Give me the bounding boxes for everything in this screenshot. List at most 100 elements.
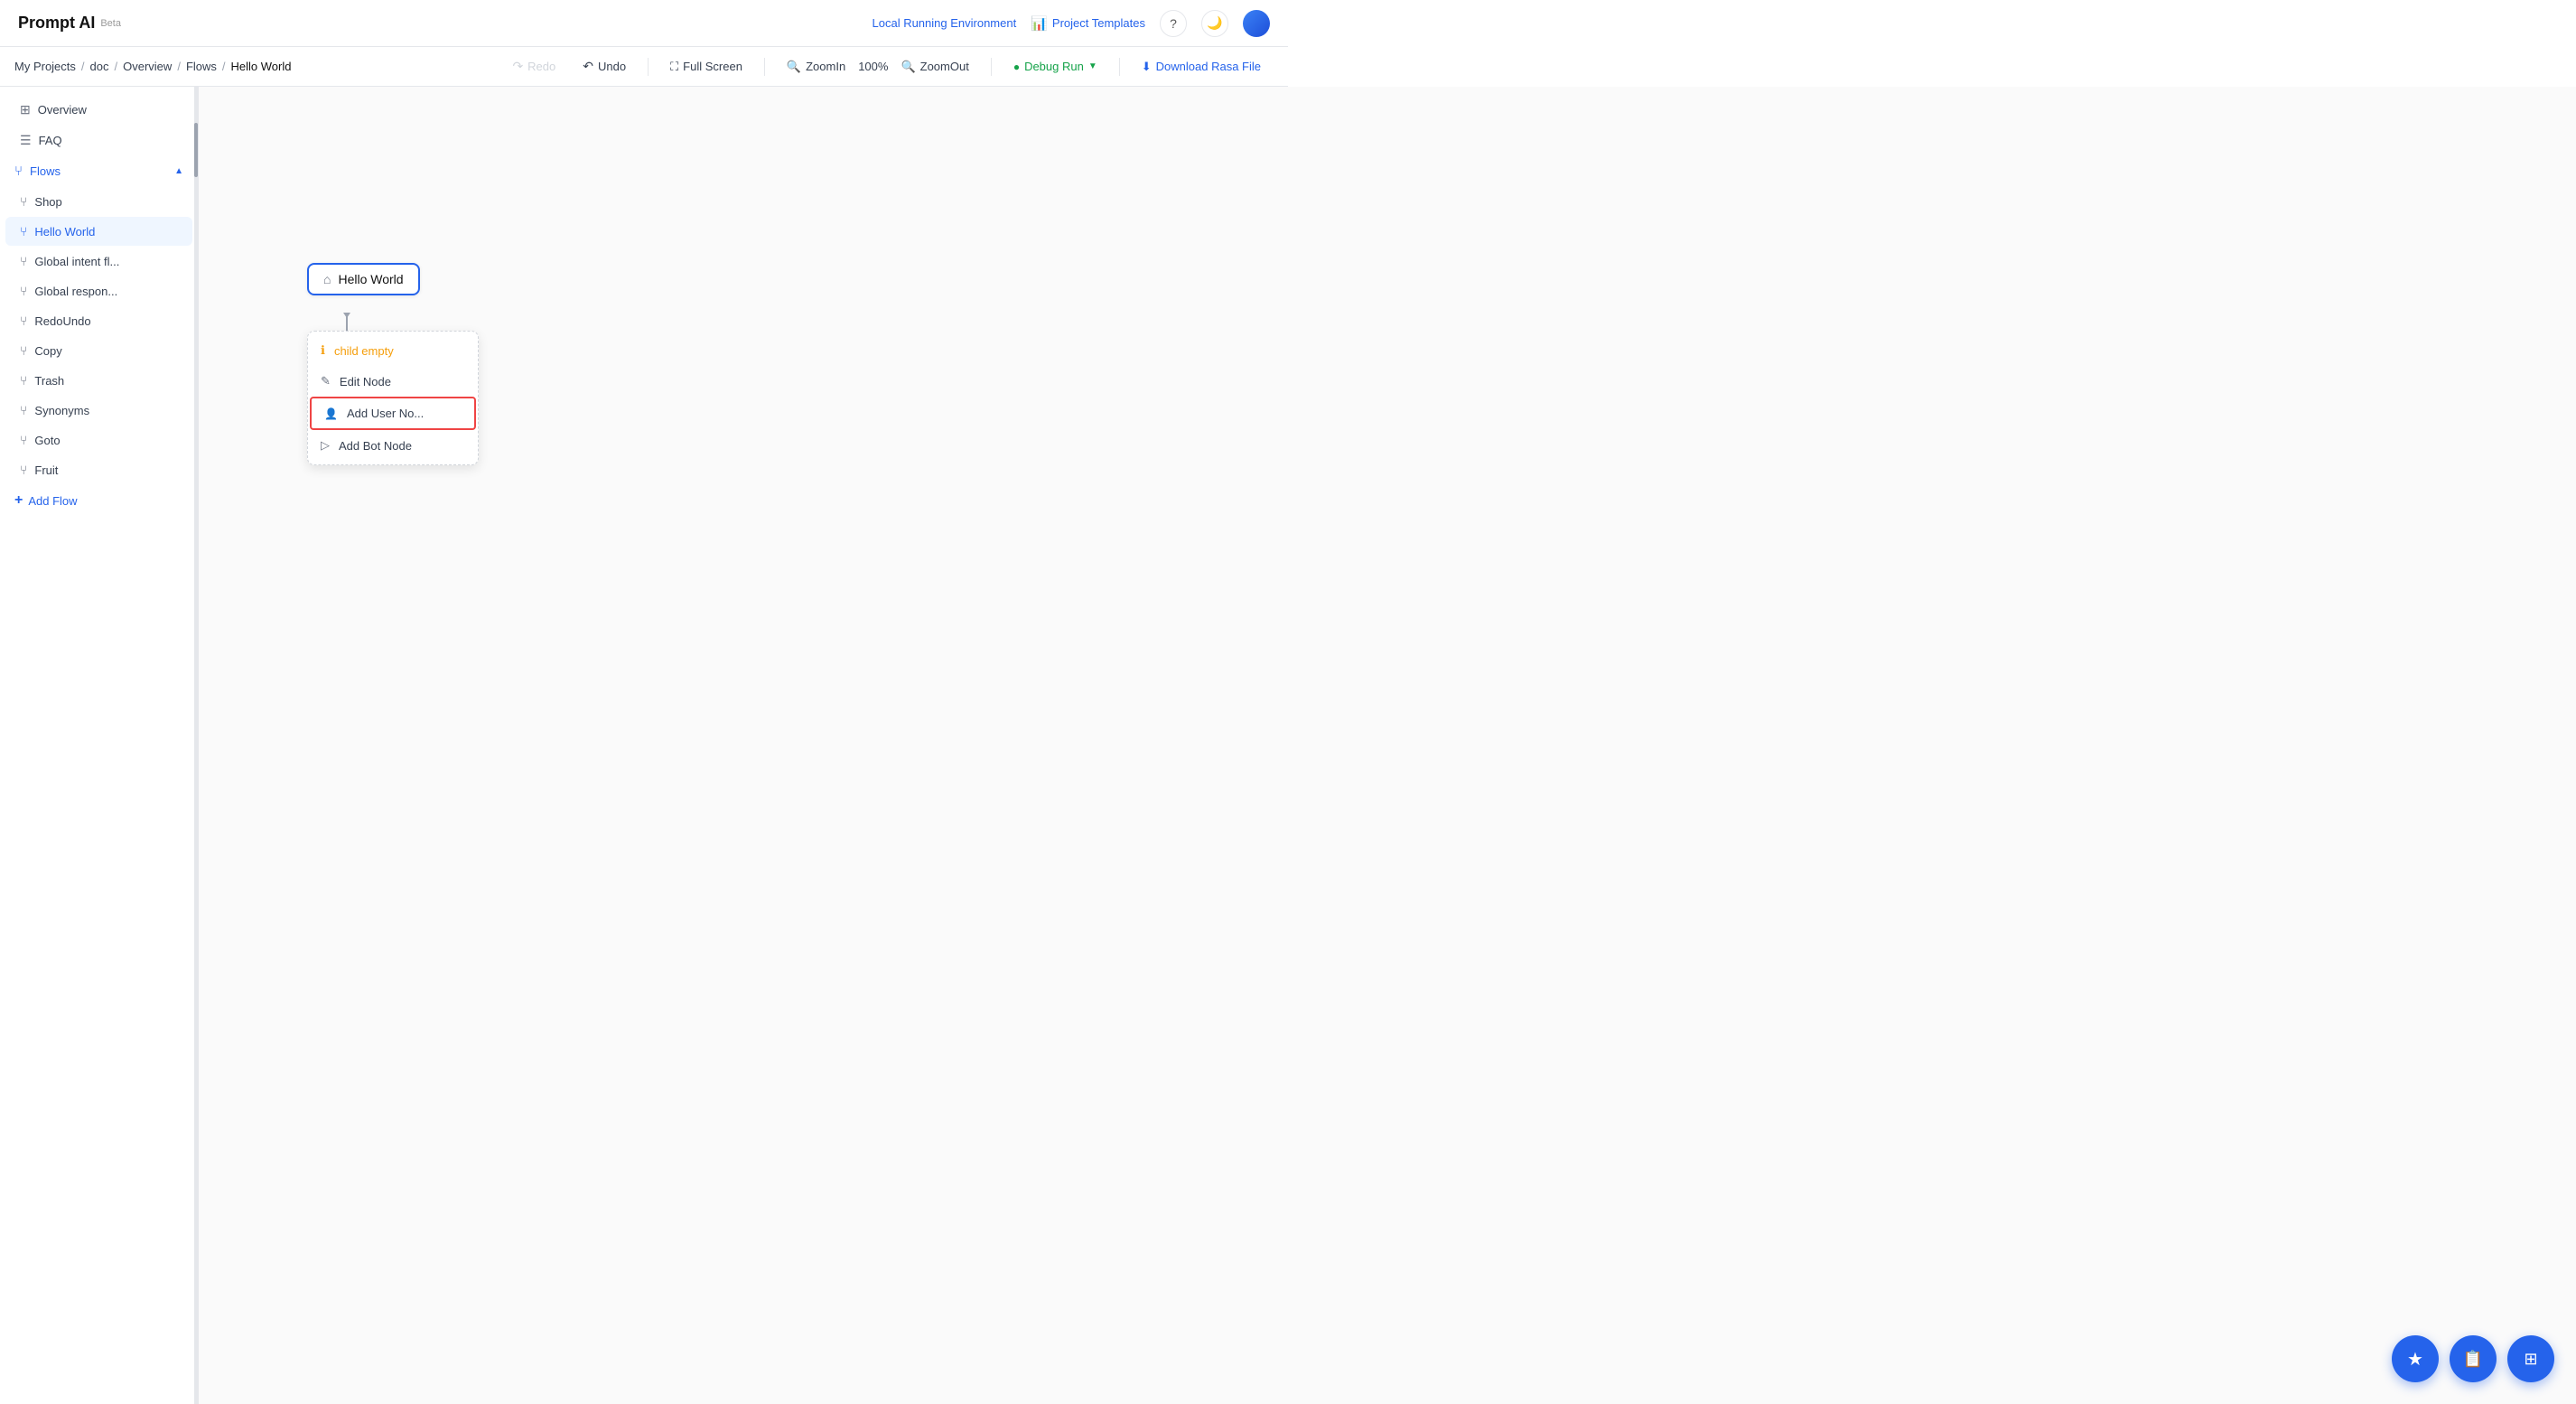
sidebar-item-overview-label: Overview <box>38 103 87 117</box>
sidebar-item-copy-label: Copy <box>34 344 61 358</box>
sidebar-item-synonyms[interactable]: ⑂ Synonyms <box>5 396 192 425</box>
fab-group: ★ 📋 ⊞ <box>2392 1335 2554 1382</box>
zoomin-label: ZoomIn <box>806 60 845 73</box>
flows-section[interactable]: ⑂ Flows ▲ <box>0 156 198 186</box>
sidebar-item-shop-label: Shop <box>34 195 61 209</box>
breadcrumb-current: Hello World <box>231 60 292 73</box>
flows-icon: ⑂ <box>14 164 23 179</box>
sidebar-item-global-intent[interactable]: ⑂ Global intent fl... <box>5 247 192 276</box>
app-logo: Prompt AI Beta <box>18 14 121 33</box>
breadcrumb-myprojects[interactable]: My Projects <box>14 60 76 73</box>
hello-world-flow-icon: ⑂ <box>20 224 27 239</box>
zoomin-icon: 🔍 <box>787 60 801 74</box>
user-icon: 👤 <box>324 407 338 420</box>
overview-icon: ⊞ <box>20 102 31 117</box>
main-layout: ⊞ Overview ☰ FAQ ⑂ Flows ▲ ⑂ Shop ⑂ Hell… <box>0 87 2576 1404</box>
context-menu-edit-node[interactable]: ✎ Edit Node <box>308 366 478 397</box>
sep3: / <box>177 60 181 73</box>
sidebar-scrollbar-thumb[interactable] <box>194 123 198 177</box>
canvas[interactable]: ⌂ Hello World ℹ child empty ✎ Edit Node … <box>199 87 2576 1404</box>
copy-flow-icon: ⑂ <box>20 343 27 358</box>
context-menu: ℹ child empty ✎ Edit Node 👤 Add User No.… <box>307 331 479 465</box>
zoomout-icon: 🔍 <box>901 60 915 74</box>
fullscreen-icon: ⛶ <box>670 60 678 74</box>
node-connector-arrow <box>343 313 350 318</box>
hello-world-node[interactable]: ⌂ Hello World <box>307 263 420 295</box>
breadcrumb-flows[interactable]: Flows <box>186 60 217 73</box>
sidebar-item-trash[interactable]: ⑂ Trash <box>5 366 192 395</box>
fullscreen-button[interactable]: ⛶ Full Screen <box>665 56 748 78</box>
redo-button[interactable]: ↷ Redo <box>507 55 561 78</box>
fab-box-button[interactable]: ⊞ <box>2507 1335 2554 1382</box>
question-icon: ? <box>1170 16 1177 31</box>
sidebar-item-hello-world[interactable]: ⑂ Hello World <box>5 217 192 246</box>
sidebar-item-goto[interactable]: ⑂ Goto <box>5 426 192 454</box>
templates-link[interactable]: 📊 Project Templates <box>1031 15 1145 32</box>
shop-flow-icon: ⑂ <box>20 194 27 209</box>
sidebar-item-fruit-label: Fruit <box>34 463 58 477</box>
download-label: Download Rasa File <box>1156 60 1261 73</box>
circle-icon: ● <box>1013 61 1020 73</box>
zoomout-label: ZoomOut <box>920 60 969 73</box>
sidebar-item-fruit[interactable]: ⑂ Fruit <box>5 455 192 484</box>
help-button[interactable]: ? <box>1160 10 1187 37</box>
chevron-down-icon: ▼ <box>1088 61 1097 71</box>
chevron-up-icon: ▲ <box>174 166 183 176</box>
top-bar: Prompt AI Beta Local Running Environment… <box>0 0 1288 47</box>
goto-flow-icon: ⑂ <box>20 433 27 447</box>
redo-label: Redo <box>527 60 555 73</box>
sidebar-item-global-intent-label: Global intent fl... <box>34 255 119 268</box>
context-menu-add-user-node[interactable]: 👤 Add User No... <box>310 397 476 430</box>
sidebar-item-shop[interactable]: ⑂ Shop <box>5 187 192 216</box>
fab-clipboard-button[interactable]: 📋 <box>2450 1335 2497 1382</box>
undo-label: Undo <box>598 60 626 73</box>
toolbar: ↷ Redo ↶ Undo ⛶ Full Screen 🔍 ZoomIn 100… <box>507 55 1274 78</box>
sidebar-item-redoundo[interactable]: ⑂ RedoUndo <box>5 306 192 335</box>
moon-icon: 🌙 <box>1207 15 1222 31</box>
add-user-node-label: Add User No... <box>347 407 424 420</box>
breadcrumb-overview[interactable]: Overview <box>123 60 172 73</box>
flows-label: Flows <box>30 164 61 178</box>
theme-toggle[interactable]: 🌙 <box>1201 10 1228 37</box>
context-menu-child-empty[interactable]: ℹ child empty <box>308 335 478 366</box>
sep-toolbar-2 <box>764 58 765 76</box>
sep-toolbar-4 <box>1119 58 1120 76</box>
debug-run-button[interactable]: ● Debug Run ▼ <box>1008 56 1103 77</box>
avatar[interactable] <box>1243 10 1270 37</box>
sep-toolbar-3 <box>991 58 992 76</box>
add-bot-node-label: Add Bot Node <box>339 439 412 453</box>
edit-icon: ✎ <box>321 374 331 388</box>
sidebar-scrollbar-track[interactable] <box>194 87 198 1404</box>
zoomin-button[interactable]: 🔍 ZoomIn <box>781 56 851 78</box>
add-flow-label: Add Flow <box>28 494 77 508</box>
env-link[interactable]: Local Running Environment <box>873 16 1017 30</box>
download-icon: ⬇ <box>1142 60 1152 74</box>
context-menu-add-bot-node[interactable]: ▷ Add Bot Node <box>308 430 478 461</box>
box-icon: ⊞ <box>2524 1350 2537 1369</box>
sidebar-item-global-respon[interactable]: ⑂ Global respon... <box>5 276 192 305</box>
sidebar-item-redoundo-label: RedoUndo <box>34 314 90 328</box>
sidebar-item-copy[interactable]: ⑂ Copy <box>5 336 192 365</box>
undo-button[interactable]: ↶ Undo <box>577 55 631 78</box>
sidebar-item-overview[interactable]: ⊞ Overview <box>5 95 192 125</box>
sidebar-item-faq[interactable]: ☰ FAQ <box>5 126 192 155</box>
node-card[interactable]: ⌂ Hello World <box>307 263 420 295</box>
download-button[interactable]: ⬇ Download Rasa File <box>1136 56 1266 78</box>
plus-icon: + <box>14 492 23 509</box>
home-icon: ⌂ <box>323 272 331 286</box>
sidebar-item-synonyms-label: Synonyms <box>34 404 89 417</box>
redoundo-flow-icon: ⑂ <box>20 314 27 328</box>
redo-icon: ↷ <box>512 59 523 74</box>
fab-star-button[interactable]: ★ <box>2392 1335 2439 1382</box>
add-flow-button[interactable]: + Add Flow <box>0 485 198 516</box>
debug-label: Debug Run <box>1024 60 1084 73</box>
breadcrumb-doc[interactable]: doc <box>90 60 109 73</box>
child-empty-label: child empty <box>334 344 394 358</box>
zoom-value: 100% <box>858 60 888 73</box>
sep4: / <box>222 60 226 73</box>
sep1: / <box>81 60 85 73</box>
sidebar-item-global-respon-label: Global respon... <box>34 285 117 298</box>
zoomout-button[interactable]: 🔍 ZoomOut <box>895 56 974 78</box>
beta-label: Beta <box>100 18 121 29</box>
fruit-flow-icon: ⑂ <box>20 463 27 477</box>
